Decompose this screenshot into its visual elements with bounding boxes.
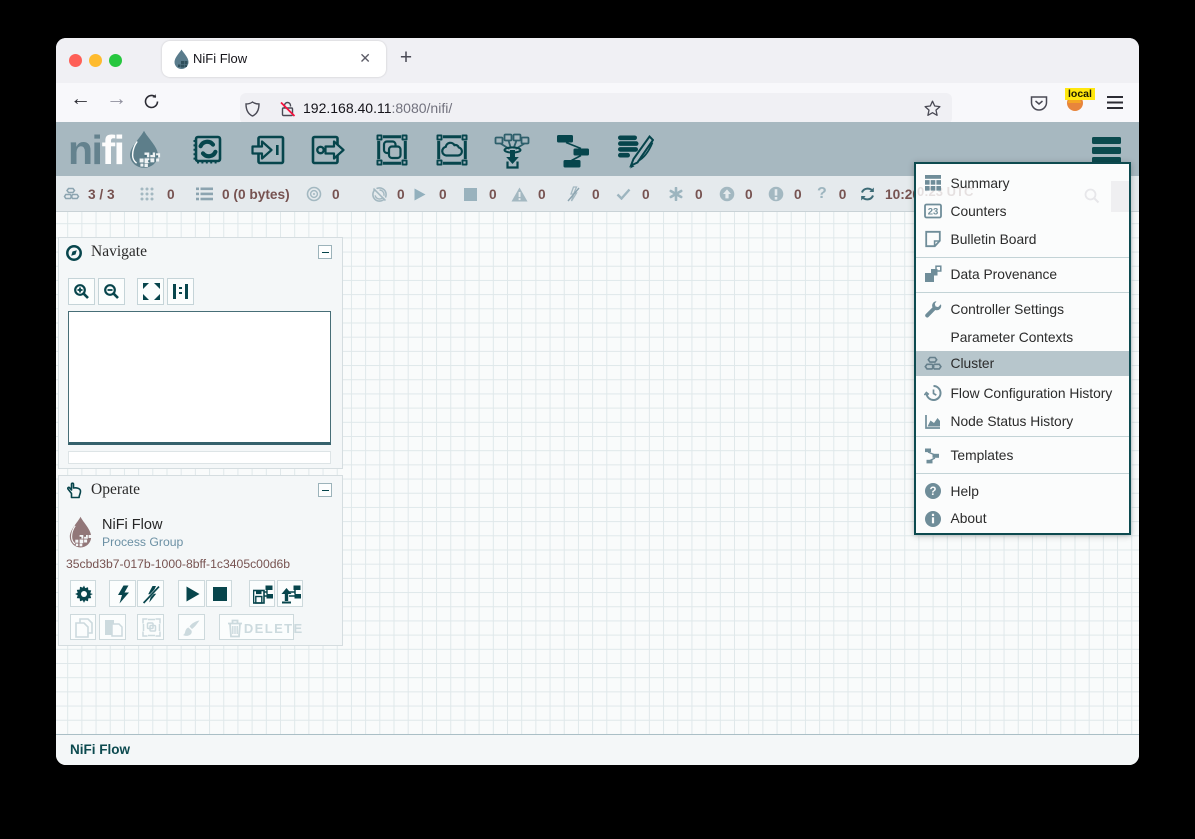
svg-text:23: 23 xyxy=(928,207,939,218)
svg-text:?: ? xyxy=(929,486,936,498)
